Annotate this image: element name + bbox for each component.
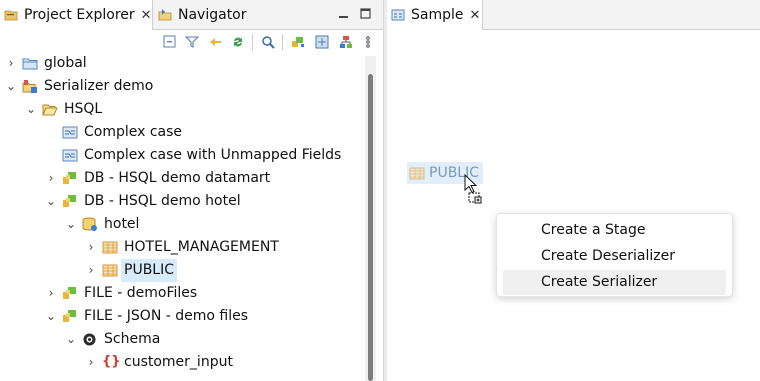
tree-item-public[interactable]: › PUBLIC xyxy=(0,259,362,282)
tree-item-label: HOTEL_MANAGEMENT xyxy=(124,239,279,255)
tree-item-label: Serializer demo xyxy=(44,78,154,94)
table-icon xyxy=(102,263,118,278)
tab-navigator[interactable]: Navigator xyxy=(154,0,264,30)
expand-arrow-icon[interactable]: › xyxy=(85,259,97,282)
project-explorer-panel: Project Explorer ✕ Navigator › global ⌄ … xyxy=(0,0,383,381)
menu-item-create-deserializer[interactable]: Create Deserializer xyxy=(503,244,726,269)
tree-item-label: Schema xyxy=(104,331,161,347)
tree-item-label: Complex case xyxy=(84,124,183,140)
tree-item-file-json-demo-files[interactable]: ⌄ FILE - JSON - demo files xyxy=(0,305,362,328)
scrollbar-thumb[interactable] xyxy=(368,74,373,381)
navigator-icon xyxy=(158,8,172,22)
connection-icon xyxy=(62,171,78,186)
table-icon xyxy=(102,240,118,255)
schema-icon xyxy=(82,332,98,347)
tab-sample[interactable]: Sample ✕ xyxy=(387,0,483,30)
tree-item-complex-case[interactable]: Complex case xyxy=(0,121,362,144)
tab-project-explorer-label: Project Explorer xyxy=(24,7,135,23)
connection-icon xyxy=(62,286,78,301)
mapping-icon xyxy=(62,125,78,140)
tree-item-complex-case-unmapped[interactable]: Complex case with Unmapped Fields xyxy=(0,144,362,167)
collapse-arrow-icon[interactable]: ⌄ xyxy=(25,98,37,121)
close-icon[interactable]: ✕ xyxy=(470,8,481,23)
menu-item-create-stage[interactable]: Create a Stage xyxy=(503,218,726,243)
maximize-icon[interactable] xyxy=(360,7,371,19)
diagram-icon xyxy=(391,8,405,22)
connection-icon xyxy=(62,194,78,209)
project-explorer-icon xyxy=(4,8,18,22)
collapse-arrow-icon[interactable]: ⌄ xyxy=(65,328,77,351)
drag-cursor-icon xyxy=(464,173,486,204)
tree-item-label: FILE - demoFiles xyxy=(84,285,198,301)
tree-item-hsql[interactable]: ⌄ HSQL xyxy=(0,98,362,121)
tree-item-db-hsql-demo-hotel[interactable]: ⌄ DB - HSQL demo hotel xyxy=(0,190,362,213)
link-back-icon[interactable] xyxy=(208,35,222,49)
close-icon[interactable]: ✕ xyxy=(141,8,152,23)
diagram-editor: Sample ✕ xyxy=(387,0,760,381)
view-menu-icon[interactable] xyxy=(364,35,378,49)
tab-navigator-label: Navigator xyxy=(178,7,247,23)
collapse-all-icon[interactable] xyxy=(163,35,177,49)
editor-tab-bar: Sample ✕ xyxy=(387,0,760,30)
tree-item-schema[interactable]: ⌄ Schema xyxy=(0,328,362,351)
json-braces-icon: {} xyxy=(102,354,121,369)
filter-icon[interactable] xyxy=(184,35,200,49)
left-tab-bar: Project Explorer ✕ Navigator xyxy=(0,0,383,30)
tree-item-label-selected: PUBLIC xyxy=(121,259,177,282)
tree-item-file-demofiles[interactable]: › FILE - demoFiles xyxy=(0,282,362,305)
refresh-icon[interactable] xyxy=(231,35,245,49)
tree-item-customer-input[interactable]: › {} customer_input xyxy=(0,351,362,374)
tree-item-label: customer_input xyxy=(124,354,233,370)
tree-scrollbar[interactable] xyxy=(365,56,376,381)
new-mapping-icon[interactable] xyxy=(315,35,329,49)
collapse-arrow-icon[interactable]: ⌄ xyxy=(45,190,57,213)
tree-item-hotel-management[interactable]: › HOTEL_MANAGEMENT xyxy=(0,236,362,259)
serializer-project-icon xyxy=(22,79,38,94)
expand-arrow-icon[interactable]: › xyxy=(45,167,57,190)
search-icon[interactable] xyxy=(261,35,275,49)
collapse-arrow-icon[interactable]: ⌄ xyxy=(45,305,57,328)
collapse-arrow-icon[interactable]: ⌄ xyxy=(65,213,77,236)
tree-item-serializer-demo[interactable]: ⌄ Serializer demo xyxy=(0,75,362,98)
tab-project-explorer[interactable]: Project Explorer ✕ xyxy=(0,0,153,30)
tree-item-label: DB - HSQL demo datamart xyxy=(84,170,271,186)
hierarchy-icon[interactable] xyxy=(339,35,353,49)
database-icon xyxy=(82,217,98,232)
minimize-icon[interactable] xyxy=(338,7,349,18)
table-icon xyxy=(409,166,425,181)
folder-open-icon xyxy=(42,102,58,117)
tree-item-label: HSQL xyxy=(64,101,103,117)
new-connection-icon[interactable] xyxy=(291,35,305,49)
explorer-toolbar xyxy=(0,30,383,54)
expand-arrow-icon[interactable]: › xyxy=(85,236,97,259)
project-folder-icon xyxy=(22,56,38,71)
mapping-icon xyxy=(62,148,78,163)
connection-icon xyxy=(62,309,78,324)
tree-item-label: DB - HSQL demo hotel xyxy=(84,193,241,209)
collapse-arrow-icon[interactable]: ⌄ xyxy=(5,75,17,98)
tree-item-label: hotel xyxy=(104,216,140,232)
tree-item-label: global xyxy=(44,55,87,71)
expand-arrow-icon[interactable]: › xyxy=(85,351,97,374)
context-menu: Create a Stage Create Deserializer Creat… xyxy=(496,213,733,297)
json-braces-icon xyxy=(104,376,116,381)
tree-item-hotel[interactable]: ⌄ hotel xyxy=(0,213,362,236)
tree-item-label: FILE - JSON - demo files xyxy=(84,308,249,324)
tree-item-db-hsql-demo-datamart[interactable]: › DB - HSQL demo datamart xyxy=(0,167,362,190)
tab-sample-label: Sample xyxy=(411,7,464,23)
tree-item-label: Complex case with Unmapped Fields xyxy=(84,147,342,163)
expand-arrow-icon[interactable]: › xyxy=(45,282,57,305)
expand-arrow-icon[interactable]: › xyxy=(5,52,17,75)
tree-item-global[interactable]: › global xyxy=(0,52,362,75)
menu-item-create-serializer[interactable]: Create Serializer xyxy=(503,270,726,295)
